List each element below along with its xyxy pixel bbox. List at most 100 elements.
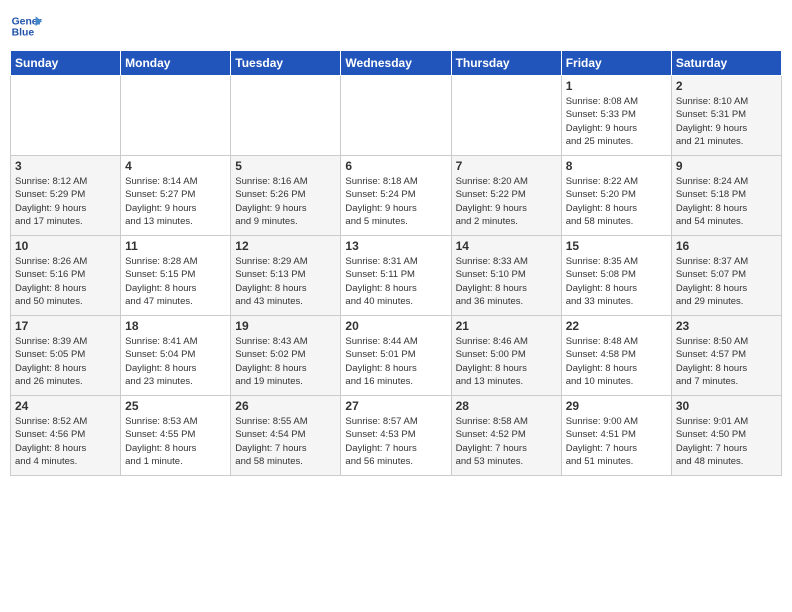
calendar-cell: 2 Sunrise: 8:10 AM Sunset: 5:31 PM Daylig… [671,76,781,156]
day-number: 8 [566,159,667,173]
day-number: 17 [15,319,116,333]
day-info: Sunrise: 8:26 AM Sunset: 5:16 PM Dayligh… [15,255,116,308]
day-info: Sunrise: 8:53 AM Sunset: 4:55 PM Dayligh… [125,415,226,468]
day-number: 2 [676,79,777,93]
day-number: 15 [566,239,667,253]
day-number: 1 [566,79,667,93]
day-number: 14 [456,239,557,253]
day-number: 27 [345,399,446,413]
calendar-cell: 3Sunrise: 8:12 AM Sunset: 5:29 PM Daylig… [11,156,121,236]
calendar-cell: 11 Sunrise: 8:28 AM Sunset: 5:15 PM Dayli… [121,236,231,316]
day-number: 11 [125,239,226,253]
day-info: Sunrise: 8:29 AM Sunset: 5:13 PM Dayligh… [235,255,336,308]
calendar-cell: 5 Sunrise: 8:16 AM Sunset: 5:26 PM Daylig… [231,156,341,236]
day-info: Sunrise: 8:18 AM Sunset: 5:24 PM Dayligh… [345,175,446,228]
day-number: 9 [676,159,777,173]
calendar-cell: 19 Sunrise: 8:43 AM Sunset: 5:02 PM Dayli… [231,316,341,396]
day-info: Sunrise: 8:48 AM Sunset: 4:58 PM Dayligh… [566,335,667,388]
calendar-cell: 17 Sunrise: 8:39 AM Sunset: 5:05 PM Dayli… [11,316,121,396]
day-info: Sunrise: 9:01 AM Sunset: 4:50 PM Dayligh… [676,415,777,468]
logo: General Blue [10,10,46,42]
day-info: Sunrise: 8:20 AM Sunset: 5:22 PM Dayligh… [456,175,557,228]
calendar-cell: 18 Sunrise: 8:41 AM Sunset: 5:04 PM Dayli… [121,316,231,396]
weekday-header-tuesday: Tuesday [231,51,341,76]
day-info: Sunrise: 8:58 AM Sunset: 4:52 PM Dayligh… [456,415,557,468]
calendar-cell: 28 Sunrise: 8:58 AM Sunset: 4:52 PM Dayli… [451,396,561,476]
calendar-cell: 14 Sunrise: 8:33 AM Sunset: 5:10 PM Dayli… [451,236,561,316]
day-info: Sunrise: 8:22 AM Sunset: 5:20 PM Dayligh… [566,175,667,228]
calendar-week-0: 1 Sunrise: 8:08 AM Sunset: 5:33 PM Daylig… [11,76,782,156]
calendar-cell [451,76,561,156]
day-info: Sunrise: 8:33 AM Sunset: 5:10 PM Dayligh… [456,255,557,308]
svg-text:Blue: Blue [12,28,35,39]
calendar-cell: 24 Sunrise: 8:52 AM Sunset: 4:56 PM Dayli… [11,396,121,476]
calendar-cell: 15 Sunrise: 8:35 AM Sunset: 5:08 PM Dayli… [561,236,671,316]
day-info: Sunrise: 8:35 AM Sunset: 5:08 PM Dayligh… [566,255,667,308]
weekday-header-monday: Monday [121,51,231,76]
calendar-cell: 1 Sunrise: 8:08 AM Sunset: 5:33 PM Daylig… [561,76,671,156]
calendar-week-2: 10Sunrise: 8:26 AM Sunset: 5:16 PM Dayli… [11,236,782,316]
calendar-week-4: 24 Sunrise: 8:52 AM Sunset: 4:56 PM Dayli… [11,396,782,476]
day-info: Sunrise: 8:39 AM Sunset: 5:05 PM Dayligh… [15,335,116,388]
logo-icon: General Blue [10,10,42,42]
day-number: 12 [235,239,336,253]
day-number: 6 [345,159,446,173]
calendar-cell [231,76,341,156]
weekday-header-sunday: Sunday [11,51,121,76]
calendar-cell: 13 Sunrise: 8:31 AM Sunset: 5:11 PM Dayli… [341,236,451,316]
day-info: Sunrise: 8:31 AM Sunset: 5:11 PM Dayligh… [345,255,446,308]
day-number: 28 [456,399,557,413]
day-info: Sunrise: 8:41 AM Sunset: 5:04 PM Dayligh… [125,335,226,388]
day-info: Sunrise: 8:08 AM Sunset: 5:33 PM Dayligh… [566,95,667,148]
calendar-cell: 4 Sunrise: 8:14 AM Sunset: 5:27 PM Daylig… [121,156,231,236]
day-number: 13 [345,239,446,253]
day-info: Sunrise: 8:57 AM Sunset: 4:53 PM Dayligh… [345,415,446,468]
calendar-cell [121,76,231,156]
calendar-week-3: 17 Sunrise: 8:39 AM Sunset: 5:05 PM Dayli… [11,316,782,396]
calendar-cell: 25 Sunrise: 8:53 AM Sunset: 4:55 PM Dayli… [121,396,231,476]
day-info: Sunrise: 8:55 AM Sunset: 4:54 PM Dayligh… [235,415,336,468]
calendar-cell: 21 Sunrise: 8:46 AM Sunset: 5:00 PM Dayli… [451,316,561,396]
calendar-cell: 7Sunrise: 8:20 AM Sunset: 5:22 PM Daylig… [451,156,561,236]
calendar-week-1: 3Sunrise: 8:12 AM Sunset: 5:29 PM Daylig… [11,156,782,236]
calendar-cell: 12 Sunrise: 8:29 AM Sunset: 5:13 PM Dayli… [231,236,341,316]
weekday-header-saturday: Saturday [671,51,781,76]
calendar-cell: 9Sunrise: 8:24 AM Sunset: 5:18 PM Daylig… [671,156,781,236]
day-info: Sunrise: 9:00 AM Sunset: 4:51 PM Dayligh… [566,415,667,468]
day-info: Sunrise: 8:16 AM Sunset: 5:26 PM Dayligh… [235,175,336,228]
day-info: Sunrise: 8:46 AM Sunset: 5:00 PM Dayligh… [456,335,557,388]
day-number: 5 [235,159,336,173]
day-info: Sunrise: 8:52 AM Sunset: 4:56 PM Dayligh… [15,415,116,468]
calendar-cell: 23 Sunrise: 8:50 AM Sunset: 4:57 PM Dayli… [671,316,781,396]
calendar-cell: 30 Sunrise: 9:01 AM Sunset: 4:50 PM Dayli… [671,396,781,476]
weekday-header-friday: Friday [561,51,671,76]
header: General Blue [10,10,782,42]
day-number: 25 [125,399,226,413]
day-number: 18 [125,319,226,333]
day-number: 4 [125,159,226,173]
day-number: 21 [456,319,557,333]
calendar-cell: 8 Sunrise: 8:22 AM Sunset: 5:20 PM Daylig… [561,156,671,236]
day-number: 30 [676,399,777,413]
day-info: Sunrise: 8:28 AM Sunset: 5:15 PM Dayligh… [125,255,226,308]
calendar-table: SundayMondayTuesdayWednesdayThursdayFrid… [10,50,782,476]
calendar-cell: 22Sunrise: 8:48 AM Sunset: 4:58 PM Dayli… [561,316,671,396]
calendar-cell: 16Sunrise: 8:37 AM Sunset: 5:07 PM Dayli… [671,236,781,316]
calendar-cell: 10Sunrise: 8:26 AM Sunset: 5:16 PM Dayli… [11,236,121,316]
day-number: 20 [345,319,446,333]
day-number: 26 [235,399,336,413]
day-info: Sunrise: 8:14 AM Sunset: 5:27 PM Dayligh… [125,175,226,228]
day-number: 23 [676,319,777,333]
day-number: 29 [566,399,667,413]
calendar-cell: 6 Sunrise: 8:18 AM Sunset: 5:24 PM Daylig… [341,156,451,236]
calendar-cell: 20Sunrise: 8:44 AM Sunset: 5:01 PM Dayli… [341,316,451,396]
day-number: 24 [15,399,116,413]
day-number: 19 [235,319,336,333]
day-info: Sunrise: 8:12 AM Sunset: 5:29 PM Dayligh… [15,175,116,228]
day-info: Sunrise: 8:10 AM Sunset: 5:31 PM Dayligh… [676,95,777,148]
day-info: Sunrise: 8:50 AM Sunset: 4:57 PM Dayligh… [676,335,777,388]
weekday-header-thursday: Thursday [451,51,561,76]
day-info: Sunrise: 8:43 AM Sunset: 5:02 PM Dayligh… [235,335,336,388]
calendar-cell: 29 Sunrise: 9:00 AM Sunset: 4:51 PM Dayli… [561,396,671,476]
calendar-cell [11,76,121,156]
